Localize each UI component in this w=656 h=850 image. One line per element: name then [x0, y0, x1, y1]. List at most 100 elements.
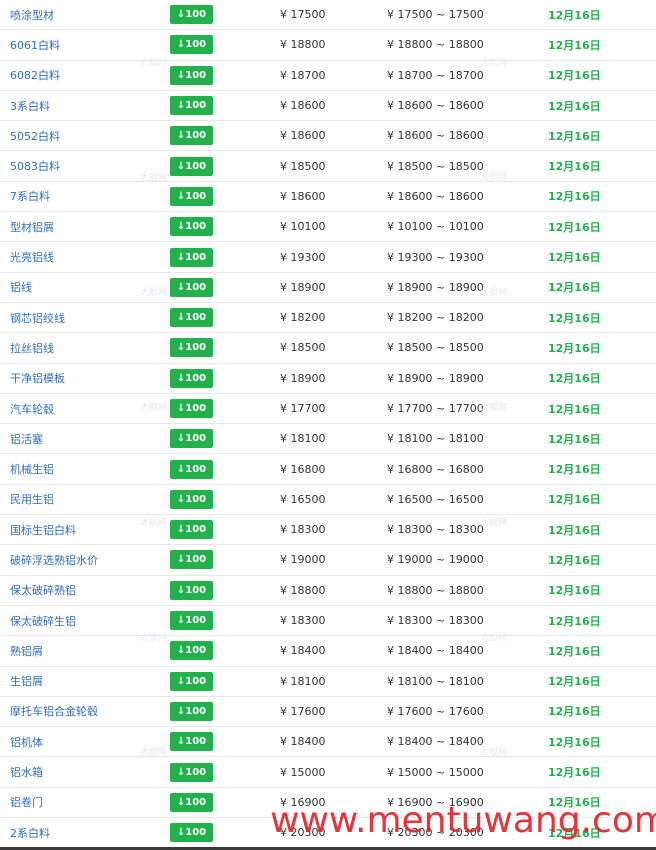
material-name-link[interactable]: 6082白料 [10, 61, 60, 90]
material-name-link[interactable]: 破碎浮选熟铝水价 [10, 545, 98, 574]
change-cell: ↓100 [170, 364, 213, 393]
faint-watermark: 大损网 [140, 748, 168, 758]
price-change-badge: ↓100 [170, 156, 213, 176]
faint-watermark: 大损网 [480, 633, 508, 643]
table-row: 拉丝铝线 ↓100 ¥ 18500 ¥ 18500 ~ 18500 12月16日 [0, 333, 656, 364]
change-cell: ↓100 [170, 818, 213, 847]
material-name-link[interactable]: 摩托车铝合金轮毂 [10, 697, 98, 726]
material-name-link[interactable]: 2系白料 [10, 818, 50, 847]
material-name-link[interactable]: 干净铝模板 [10, 364, 65, 393]
date-cell: 12月16日 [548, 402, 601, 416]
price-change-badge: ↓100 [170, 338, 213, 358]
price-value: ¥ 15000 [280, 765, 326, 779]
table-row: 7系白料 ↓100 ¥ 18600 ¥ 18600 ~ 18600 12月16日 [0, 182, 656, 213]
faint-watermark: 大损网 [480, 58, 508, 68]
change-cell: ↓100 [170, 545, 213, 574]
price-range: ¥ 16800 ~ 16800 [387, 462, 484, 476]
change-cell: ↓100 [170, 91, 213, 120]
table-row: 光亮铝线 ↓100 ¥ 19300 ¥ 19300 ~ 19300 12月16日 [0, 242, 656, 273]
price-change-badge: ↓100 [170, 701, 213, 721]
price-range: ¥ 18300 ~ 18300 [387, 614, 484, 628]
price-value: ¥ 18900 [280, 371, 326, 385]
price-value: ¥ 18800 [280, 38, 326, 52]
change-cell: ↓100 [170, 121, 213, 150]
change-cell: ↓100 [170, 333, 213, 362]
date-cell: 12月16日 [548, 8, 601, 22]
price-range: ¥ 18100 ~ 18100 [387, 432, 484, 446]
table-row: 民用生铝 ↓100 ¥ 16500 ¥ 16500 ~ 16500 12月16日 [0, 485, 656, 516]
price-range: ¥ 18900 ~ 18900 [387, 280, 484, 294]
material-name-link[interactable]: 铝线 [10, 273, 32, 302]
price-change-badge: ↓100 [170, 641, 213, 661]
date-cell: 12月16日 [548, 675, 601, 689]
price-value: ¥ 18400 [280, 735, 326, 749]
change-cell: ↓100 [170, 515, 213, 544]
change-cell: ↓100 [170, 273, 213, 302]
material-name-link[interactable]: 3系白料 [10, 91, 50, 120]
price-change-badge: ↓100 [170, 5, 213, 25]
price-change-badge: ↓100 [170, 308, 213, 328]
change-cell: ↓100 [170, 151, 213, 180]
table-row: 3系白料 ↓100 ¥ 18600 ¥ 18600 ~ 18600 12月16日 [0, 91, 656, 122]
table-row: 熟铝屑 ↓100 ¥ 18400 ¥ 18400 ~ 18400 12月16日 [0, 636, 656, 667]
price-change-badge: ↓100 [170, 399, 213, 418]
material-name-link[interactable]: 保太破碎生铝 [10, 606, 76, 635]
date-cell: 12月16日 [548, 69, 601, 83]
price-range: ¥ 18500 ~ 18500 [387, 159, 484, 173]
price-range: ¥ 18800 ~ 18800 [387, 583, 484, 597]
price-value: ¥ 19300 [280, 250, 326, 264]
change-cell: ↓100 [170, 606, 213, 635]
material-name-link[interactable]: 钢芯铝绞线 [10, 303, 65, 332]
table-row: 6082白料 ↓100 ¥ 18700 ¥ 18700 ~ 18700 12月16日 [0, 61, 656, 91]
price-change-badge: ↓100 [170, 520, 213, 540]
price-change-badge: ↓100 [170, 368, 213, 388]
material-name-link[interactable]: 保太破碎熟铝 [10, 576, 76, 605]
price-change-badge: ↓100 [170, 126, 213, 146]
change-cell: ↓100 [170, 30, 213, 59]
material-name-link[interactable]: 5083白料 [10, 151, 60, 180]
price-range: ¥ 18700 ~ 18700 [387, 68, 484, 82]
price-value: ¥ 19000 [280, 553, 326, 567]
price-table: 喷涂型材 ↓100 ¥ 17500 ¥ 17500 ~ 17500 12月16日 6061… [0, 0, 656, 849]
price-value: ¥ 18500 [280, 341, 326, 355]
date-cell: 12月16日 [548, 584, 601, 598]
price-range: ¥ 18600 ~ 18600 [387, 189, 484, 203]
price-value: ¥ 18400 [280, 644, 326, 658]
price-value: ¥ 17700 [280, 402, 326, 415]
table-row: 5052白料 ↓100 ¥ 18600 ¥ 18600 ~ 18600 12月16日 [0, 121, 656, 152]
material-name-link[interactable]: 型材铝屑 [10, 212, 54, 241]
price-range: ¥ 18400 ~ 18400 [387, 735, 484, 749]
material-name-link[interactable]: 生铝屑 [10, 667, 43, 696]
date-cell: 12月16日 [548, 735, 601, 749]
price-change-badge: ↓100 [170, 792, 213, 812]
material-name-link[interactable]: 铝机体 [10, 727, 43, 756]
date-cell: 12月16日 [548, 372, 601, 386]
faint-watermark: 大损网 [140, 173, 168, 183]
material-name-link[interactable]: 熟铝屑 [10, 636, 43, 665]
material-name-link[interactable]: 6061白料 [10, 30, 60, 59]
price-value: ¥ 18800 [280, 583, 326, 597]
price-value: ¥ 18300 [280, 614, 326, 628]
price-range: ¥ 19300 ~ 19300 [387, 250, 484, 264]
date-cell: 12月16日 [548, 493, 601, 507]
material-name-link[interactable]: 铝活塞 [10, 424, 43, 453]
material-name-link[interactable]: 7系白料 [10, 182, 50, 211]
change-cell: ↓100 [170, 242, 213, 271]
material-name-link[interactable]: 汽车轮毂 [10, 394, 54, 423]
faint-watermark: 大损网 [140, 633, 168, 643]
material-name-link[interactable]: 国标生铝白料 [10, 515, 76, 544]
material-name-link[interactable]: 民用生铝 [10, 485, 54, 514]
material-name-link[interactable]: 铝水箱 [10, 757, 43, 786]
material-name-link[interactable]: 5052白料 [10, 121, 60, 150]
price-value: ¥ 18300 [280, 523, 326, 537]
price-change-badge: ↓100 [170, 823, 213, 843]
material-name-link[interactable]: 光亮铝线 [10, 242, 54, 271]
material-name-link[interactable]: 机械生铝 [10, 454, 54, 483]
date-cell: 12月16日 [548, 766, 601, 780]
material-name-link[interactable]: 铝卷门 [10, 788, 43, 817]
material-name-link[interactable]: 喷涂型材 [10, 0, 54, 29]
material-name-link[interactable]: 拉丝铝线 [10, 333, 54, 362]
date-cell: 12月16日 [548, 705, 601, 719]
price-range: ¥ 17600 ~ 17600 [387, 704, 484, 718]
table-row: 生铝屑 ↓100 ¥ 18100 ¥ 18100 ~ 18100 12月16日 [0, 667, 656, 697]
